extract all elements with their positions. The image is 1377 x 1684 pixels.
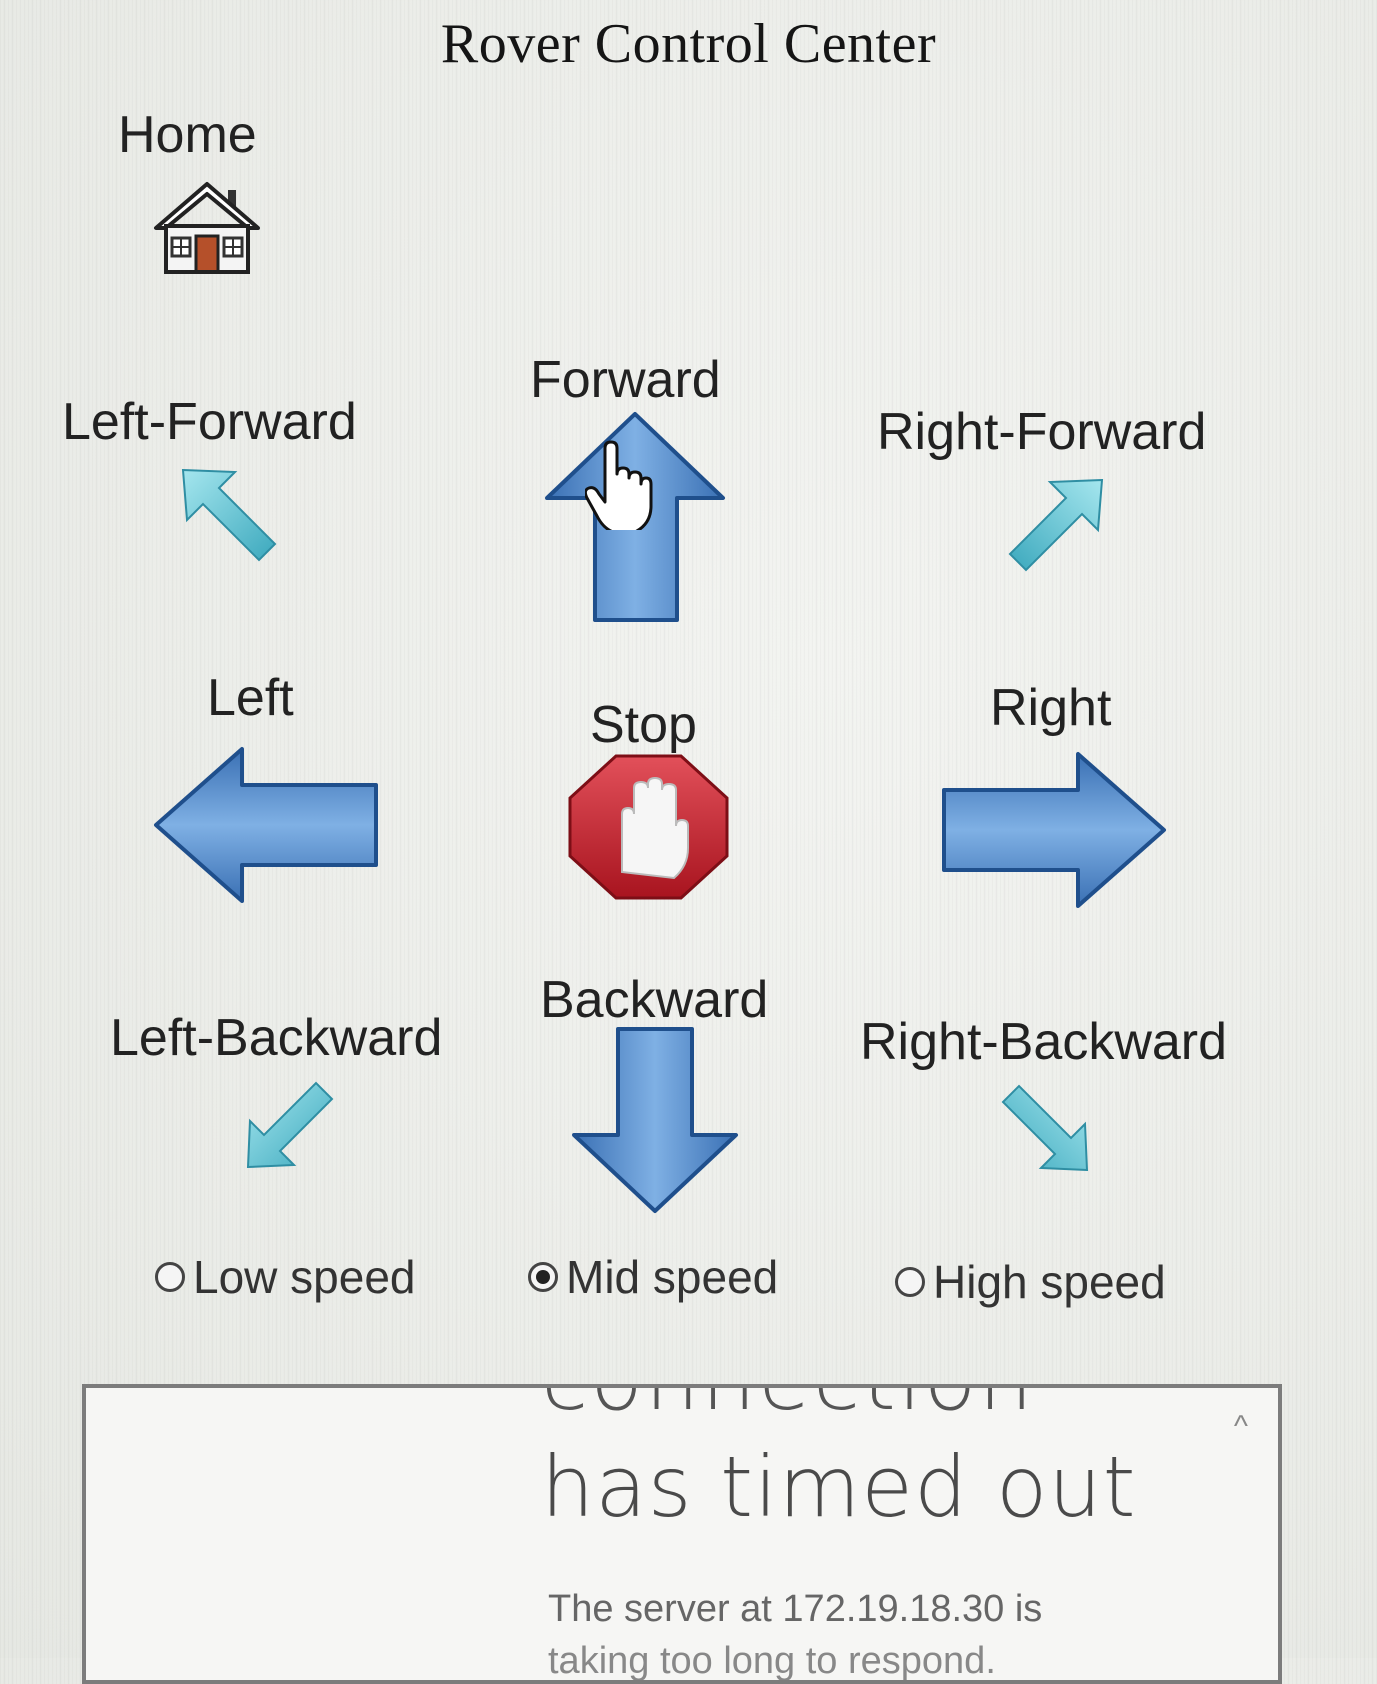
right-backward-button[interactable]: [995, 1078, 1095, 1178]
left-label: Left: [207, 669, 294, 727]
radio-circle-high[interactable]: [895, 1267, 925, 1297]
backward-button[interactable]: [570, 1025, 740, 1215]
left-backward-label: Left-Backward: [110, 1009, 443, 1067]
radio-circle-low[interactable]: [155, 1262, 185, 1292]
error-heading-partial: connection: [541, 1388, 1035, 1430]
backward-label: Backward: [540, 971, 769, 1029]
page-title: Rover Control Center: [440, 13, 937, 75]
error-message: The server at 172.19.18.30 is: [548, 1588, 1043, 1630]
arrow-right-icon: [942, 752, 1166, 908]
caret-up-icon[interactable]: ^: [1234, 1410, 1248, 1444]
right-backward-label: Right-Backward: [860, 1013, 1228, 1071]
arrow-down-icon: [572, 1027, 738, 1213]
arrow-down-right-icon: [1001, 1084, 1089, 1172]
error-message-continued: taking too long to respond.: [548, 1640, 996, 1682]
hand-pointer-icon: [583, 440, 655, 535]
right-button[interactable]: [938, 750, 1168, 910]
radio-low-speed[interactable]: Low speed: [155, 1250, 416, 1304]
arrow-down-left-icon: [246, 1081, 334, 1169]
forward-label: Forward: [530, 351, 721, 409]
home-button[interactable]: [152, 178, 262, 278]
left-backward-button[interactable]: [240, 1075, 340, 1175]
left-forward-button[interactable]: [175, 462, 285, 572]
arrow-up-left-icon: [181, 468, 277, 562]
stop-button[interactable]: [566, 752, 731, 902]
left-forward-label: Left-Forward: [62, 393, 357, 451]
right-forward-button[interactable]: [1000, 472, 1110, 582]
error-heading: has timed out: [541, 1438, 1137, 1536]
stop-hand-icon: [568, 754, 729, 900]
stop-label: Stop: [590, 696, 697, 754]
arrow-up-right-icon: [1008, 478, 1104, 572]
radio-mid-speed[interactable]: Mid speed: [528, 1250, 778, 1304]
radio-high-speed[interactable]: High speed: [895, 1255, 1166, 1309]
arrow-left-icon: [154, 747, 378, 903]
right-forward-label: Right-Forward: [877, 403, 1207, 461]
right-label: Right: [990, 679, 1112, 737]
camera-feed-frame: connection has timed out The server at 1…: [82, 1384, 1282, 1684]
house-icon: [154, 182, 260, 274]
left-button[interactable]: [152, 745, 382, 905]
mid-speed-label: Mid speed: [566, 1251, 779, 1303]
home-label: Home: [118, 106, 257, 164]
low-speed-label: Low speed: [193, 1251, 416, 1303]
high-speed-label: High speed: [933, 1256, 1166, 1308]
radio-circle-mid-selected[interactable]: [528, 1262, 558, 1292]
